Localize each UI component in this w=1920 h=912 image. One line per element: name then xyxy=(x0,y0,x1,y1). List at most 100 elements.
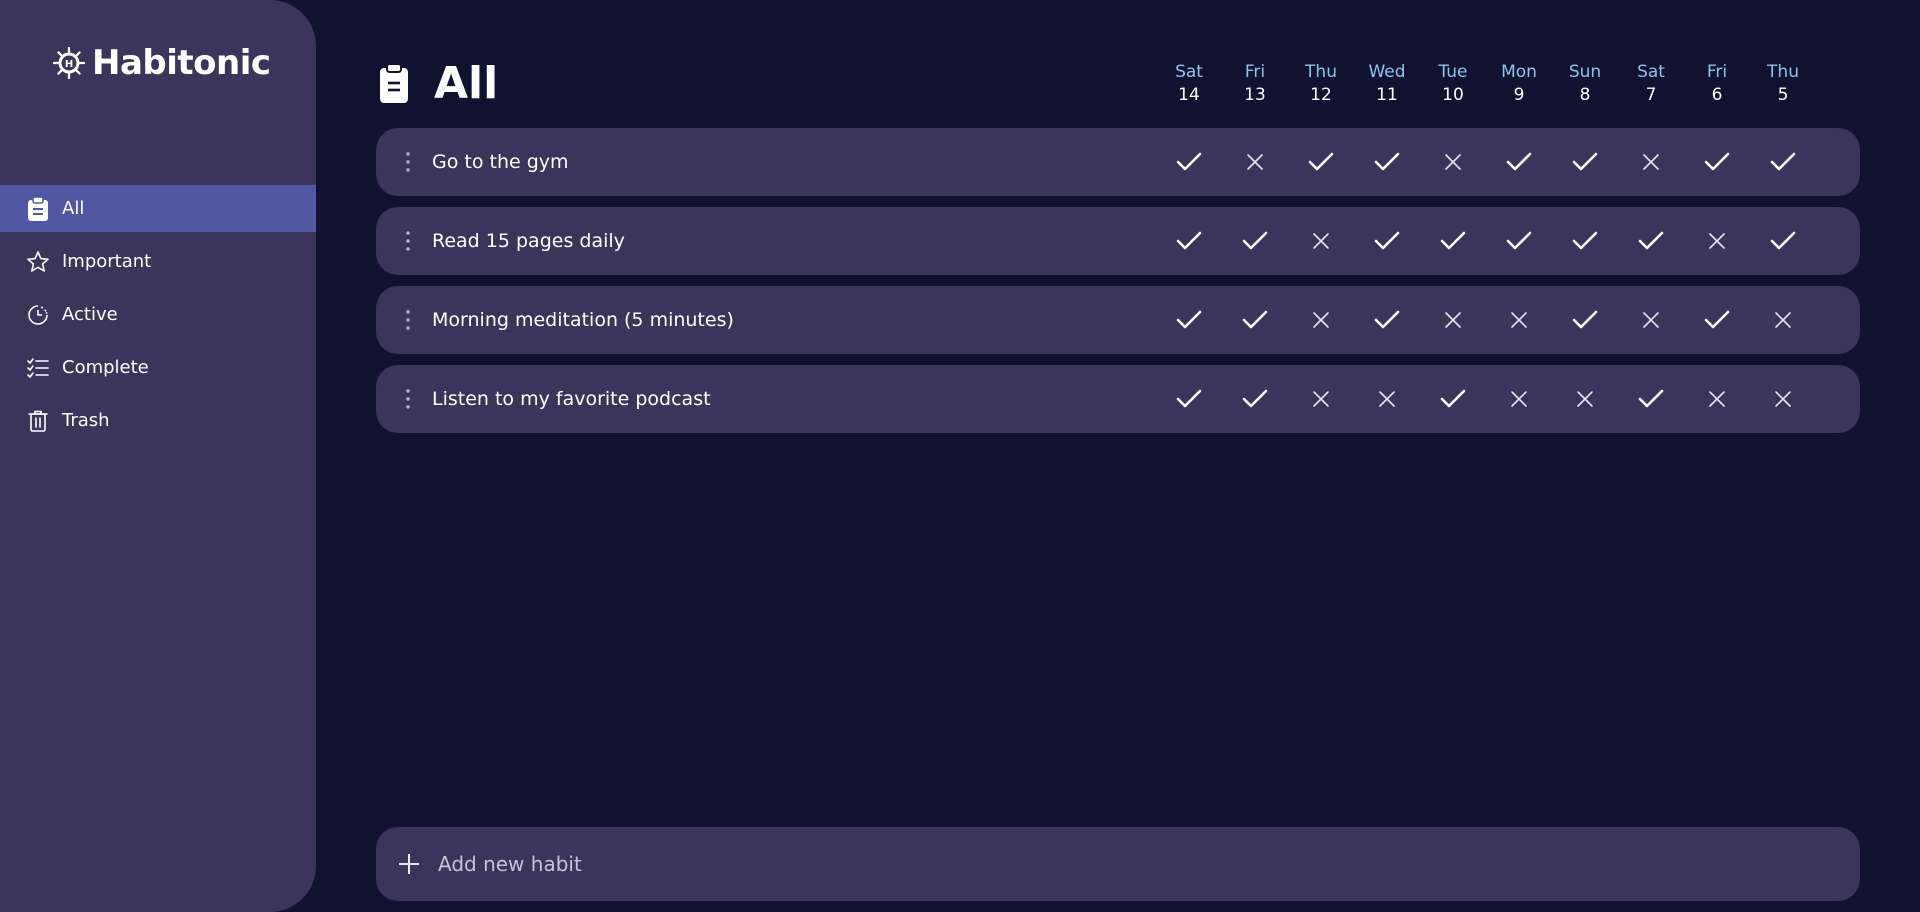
check-icon[interactable] xyxy=(1174,147,1204,177)
sidebar-item-complete[interactable]: Complete xyxy=(0,344,316,391)
day-column-header: Sun 8 xyxy=(1552,60,1618,106)
sidebar-item-active[interactable]: Active xyxy=(0,291,316,338)
day-column-header: Fri 6 xyxy=(1684,60,1750,106)
check-icon[interactable] xyxy=(1636,226,1666,256)
day-number: 5 xyxy=(1777,85,1789,105)
svg-text:H: H xyxy=(65,59,73,70)
check-icon[interactable] xyxy=(1504,147,1534,177)
check-icon[interactable] xyxy=(1768,147,1798,177)
app-window: H Habitonic All Important Active Complet… xyxy=(0,0,1920,912)
cross-icon[interactable] xyxy=(1768,305,1798,335)
app-name: Habitonic xyxy=(92,43,271,83)
logo-icon: H xyxy=(52,46,86,80)
day-column-header: Sat 7 xyxy=(1618,60,1684,106)
habit-label: Go to the gym xyxy=(432,151,569,173)
drag-handle-icon[interactable] xyxy=(404,308,412,332)
sidebar-item-all[interactable]: All xyxy=(0,185,316,232)
check-icon[interactable] xyxy=(1240,305,1270,335)
day-number: 11 xyxy=(1376,85,1398,105)
day-number: 7 xyxy=(1645,85,1657,105)
cross-icon[interactable] xyxy=(1306,305,1336,335)
cross-icon[interactable] xyxy=(1438,305,1468,335)
cross-icon[interactable] xyxy=(1702,384,1732,414)
drag-handle-icon[interactable] xyxy=(404,229,412,253)
day-name: Sat xyxy=(1175,62,1203,82)
day-name: Tue xyxy=(1438,62,1468,82)
check-icon[interactable] xyxy=(1174,305,1204,335)
cross-icon[interactable] xyxy=(1240,147,1270,177)
check-icon[interactable] xyxy=(1768,226,1798,256)
day-number: 10 xyxy=(1442,85,1464,105)
sidebar-item-label: Active xyxy=(62,304,118,325)
check-icon[interactable] xyxy=(1174,384,1204,414)
day-number: 12 xyxy=(1310,85,1332,105)
day-name: Thu xyxy=(1305,62,1337,82)
plus-icon[interactable] xyxy=(396,851,422,877)
habit-row[interactable]: Morning meditation (5 minutes) xyxy=(376,286,1860,354)
main-content: All Sat 14 Fri 13 Thu 12 Wed 11 Tue 10 Mon 9 Sun 8 Sat… xyxy=(376,0,1860,912)
habit-list: Go to the gym Read 15 pages daily Morning … xyxy=(376,128,1860,444)
check-icon[interactable] xyxy=(1570,226,1600,256)
cross-icon[interactable] xyxy=(1636,305,1666,335)
check-icon[interactable] xyxy=(1174,226,1204,256)
day-name: Fri xyxy=(1706,62,1728,82)
check-icon[interactable] xyxy=(1240,226,1270,256)
habit-row[interactable]: Go to the gym xyxy=(376,128,1860,196)
day-name: Thu xyxy=(1767,62,1799,82)
drag-handle-icon[interactable] xyxy=(404,387,412,411)
cross-icon[interactable] xyxy=(1438,147,1468,177)
day-column-header: Mon 9 xyxy=(1486,60,1552,106)
day-name: Wed xyxy=(1368,62,1406,82)
drag-handle-icon[interactable] xyxy=(404,150,412,174)
check-icon[interactable] xyxy=(1702,147,1732,177)
sidebar-item-important[interactable]: Important xyxy=(0,238,316,285)
day-header: Sat 14 Fri 13 Thu 12 Wed 11 Tue 10 Mon 9 Sun 8 Sat 7 Fri… xyxy=(1156,60,1816,110)
check-icon[interactable] xyxy=(1504,226,1534,256)
cross-icon[interactable] xyxy=(1306,384,1336,414)
app-logo: H Habitonic xyxy=(52,40,271,86)
clipboard-icon xyxy=(380,63,408,103)
cross-icon[interactable] xyxy=(1702,226,1732,256)
habit-label: Listen to my favorite podcast xyxy=(432,388,711,410)
sidebar-item-label: Complete xyxy=(62,357,149,378)
cross-icon[interactable] xyxy=(1504,305,1534,335)
check-icon[interactable] xyxy=(1570,305,1600,335)
day-name: Mon xyxy=(1501,62,1537,82)
day-column-header: Wed 11 xyxy=(1354,60,1420,106)
check-icon[interactable] xyxy=(1240,384,1270,414)
cross-icon[interactable] xyxy=(1504,384,1534,414)
check-icon[interactable] xyxy=(1636,384,1666,414)
sidebar-item-label: Important xyxy=(62,251,152,272)
day-name: Fri xyxy=(1244,62,1266,82)
star-icon xyxy=(26,250,50,274)
check-icon[interactable] xyxy=(1372,147,1402,177)
day-column-header: Thu 5 xyxy=(1750,60,1816,106)
check-icon[interactable] xyxy=(1372,305,1402,335)
cross-icon[interactable] xyxy=(1306,226,1336,256)
page-header: All xyxy=(376,55,498,111)
habit-label: Read 15 pages daily xyxy=(432,230,625,252)
trash-icon xyxy=(26,409,50,433)
habit-row[interactable]: Read 15 pages daily xyxy=(376,207,1860,275)
cross-icon[interactable] xyxy=(1636,147,1666,177)
check-icon[interactable] xyxy=(1570,147,1600,177)
sidebar-item-trash[interactable]: Trash xyxy=(0,397,316,444)
check-icon[interactable] xyxy=(1372,226,1402,256)
sidebar-item-label: All xyxy=(62,198,85,219)
day-number: 8 xyxy=(1579,85,1591,105)
day-name: Sat xyxy=(1637,62,1665,82)
check-icon[interactable] xyxy=(1702,305,1732,335)
check-icon[interactable] xyxy=(1306,147,1336,177)
cross-icon[interactable] xyxy=(1570,384,1600,414)
page-title: All xyxy=(434,57,499,109)
clipboard-icon xyxy=(26,196,50,221)
check-icon[interactable] xyxy=(1438,384,1468,414)
habit-row[interactable]: Listen to my favorite podcast xyxy=(376,365,1860,433)
check-icon[interactable] xyxy=(1438,226,1468,256)
sidebar-nav: All Important Active Complete Trash xyxy=(0,185,316,450)
add-habit-input[interactable] xyxy=(438,839,1860,889)
day-column-header: Tue 10 xyxy=(1420,60,1486,106)
add-habit-bar[interactable] xyxy=(376,827,1860,901)
cross-icon[interactable] xyxy=(1372,384,1402,414)
cross-icon[interactable] xyxy=(1768,384,1798,414)
